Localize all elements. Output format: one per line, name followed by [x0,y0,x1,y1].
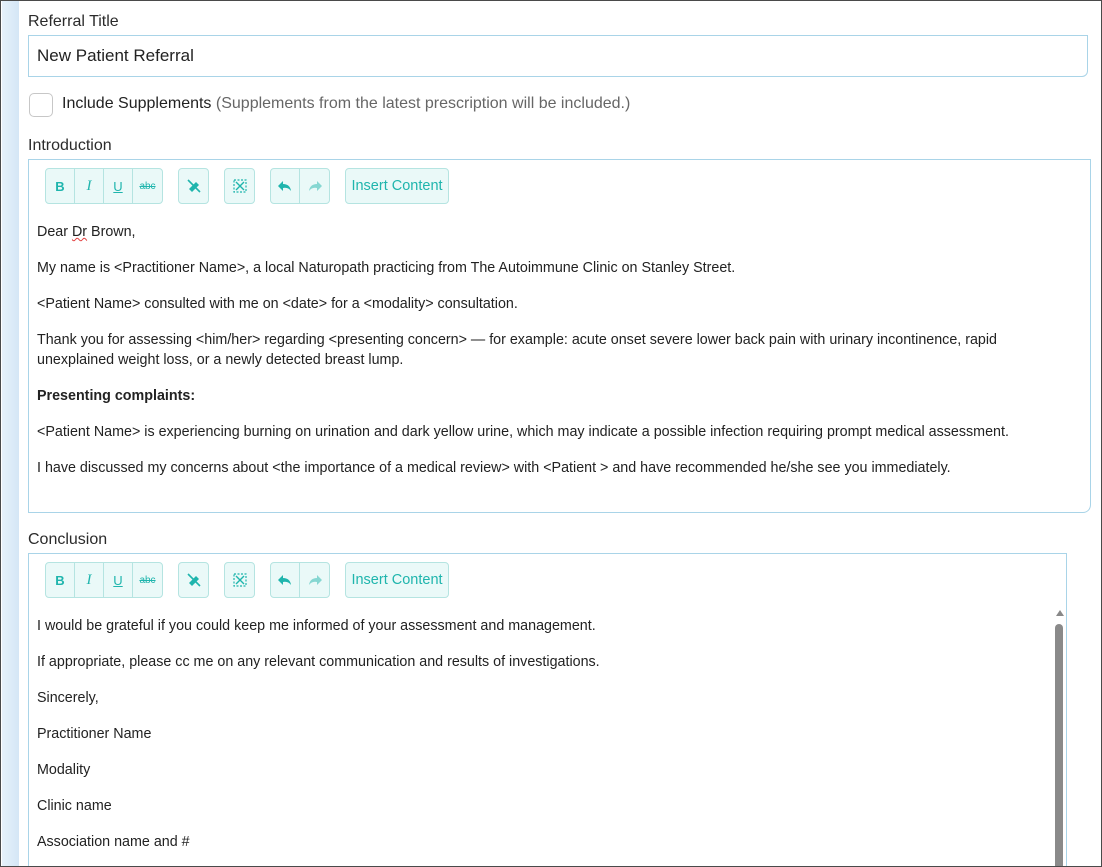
insert-content-button[interactable]: Insert Content [346,169,448,203]
left-edge-strip [2,1,19,866]
clear-format-group [178,168,209,204]
history-group [270,562,330,598]
conclusion-line: Clinic name [37,798,112,814]
strikethrough-button[interactable]: abc [133,169,162,203]
italic-button[interactable]: I [75,169,104,203]
fullscreen-button[interactable] [225,169,254,203]
strikethrough-icon: abc [139,180,156,192]
redo-button[interactable] [300,563,329,597]
supplements-note: (Supplements from the latest prescriptio… [215,95,631,112]
fullscreen-button[interactable] [225,563,254,597]
include-supplements-checkbox[interactable] [29,93,53,117]
fullscreen-icon [232,573,247,587]
intro-paragraph: <Patient Name> consulted with me on <dat… [37,296,518,312]
misspelled-word[interactable]: Dr [72,224,87,240]
clear-format-button[interactable] [179,563,208,597]
italic-icon: I [86,177,92,194]
conclusion-line: Modality [37,762,91,778]
greeting-prefix: Dear [37,224,72,240]
greeting-line: Dear Dr Brown, [37,222,1067,242]
insert-content-group: Insert Content [345,562,449,598]
intro-paragraph: I have discussed my concerns about <the … [37,460,951,476]
undo-button[interactable] [271,563,300,597]
include-supplements-label[interactable]: Include Supplements [62,95,211,112]
redo-icon [308,181,322,191]
greeting-suffix: Brown, [87,224,136,240]
conclusion-content[interactable]: I would be grateful if you could keep me… [37,616,1042,866]
bold-icon: B [55,178,65,194]
bold-button[interactable]: B [46,563,75,597]
scroll-up-arrow-icon[interactable] [1056,610,1064,616]
clear-format-icon [186,573,201,587]
underline-button[interactable]: U [104,563,133,597]
fullscreen-group [224,562,255,598]
conclusion-label: Conclusion [28,531,108,548]
strikethrough-icon: abc [139,574,156,586]
undo-icon [278,181,291,191]
format-button-group: B I U abc [45,562,163,598]
undo-button[interactable] [271,169,300,203]
clear-format-icon [186,179,201,193]
clear-format-button[interactable] [179,169,208,203]
clear-format-group [178,562,209,598]
undo-icon [278,575,291,585]
intro-paragraph: Thank you for assessing <him/her> regard… [37,332,998,368]
redo-button[interactable] [300,169,329,203]
conclusion-scrollbar[interactable] [1055,610,1065,866]
introduction-content[interactable]: Dear Dr Brown, My name is <Practitioner … [37,222,1067,494]
underline-icon: U [113,572,123,588]
bold-button[interactable]: B [46,169,75,203]
underline-button[interactable]: U [104,169,133,203]
referral-form: Referral Title Include Supplements (Supp… [0,0,1102,867]
history-group [270,168,330,204]
conclusion-editor[interactable]: B I U abc Insert Content I would be grat… [28,553,1067,866]
fullscreen-icon [232,179,247,193]
insert-content-group: Insert Content [345,168,449,204]
referral-title-input[interactable] [28,35,1088,77]
underline-icon: U [113,178,123,194]
intro-paragraph: <Patient Name> is experiencing burning o… [37,424,1009,440]
conclusion-line: Practitioner Name [37,726,152,742]
format-button-group: B I U abc [45,168,163,204]
italic-icon: I [86,571,92,588]
introduction-editor[interactable]: B I U abc Insert Content Dear Dr Brown, … [28,159,1091,513]
referral-title-label: Referral Title [28,13,119,30]
intro-paragraph: My name is <Practitioner Name>, a local … [37,260,736,276]
conclusion-line: If appropriate, please cc me on any rele… [37,654,600,670]
italic-button[interactable]: I [75,563,104,597]
strikethrough-button[interactable]: abc [133,563,162,597]
presenting-complaints-heading: Presenting complaints: [37,388,196,404]
include-supplements-row: Include Supplements (Supplements from th… [62,95,630,113]
conclusion-line: Association name and # [37,834,190,850]
redo-icon [308,575,322,585]
conclusion-line: Sincerely, [37,690,99,706]
intro-subheading: Presenting complaints: [37,386,1067,406]
introduction-label: Introduction [28,137,112,154]
conclusion-line: I would be grateful if you could keep me… [37,618,596,634]
bold-icon: B [55,572,65,588]
scrollbar-thumb[interactable] [1055,624,1063,866]
fullscreen-group [224,168,255,204]
insert-content-button[interactable]: Insert Content [346,563,448,597]
